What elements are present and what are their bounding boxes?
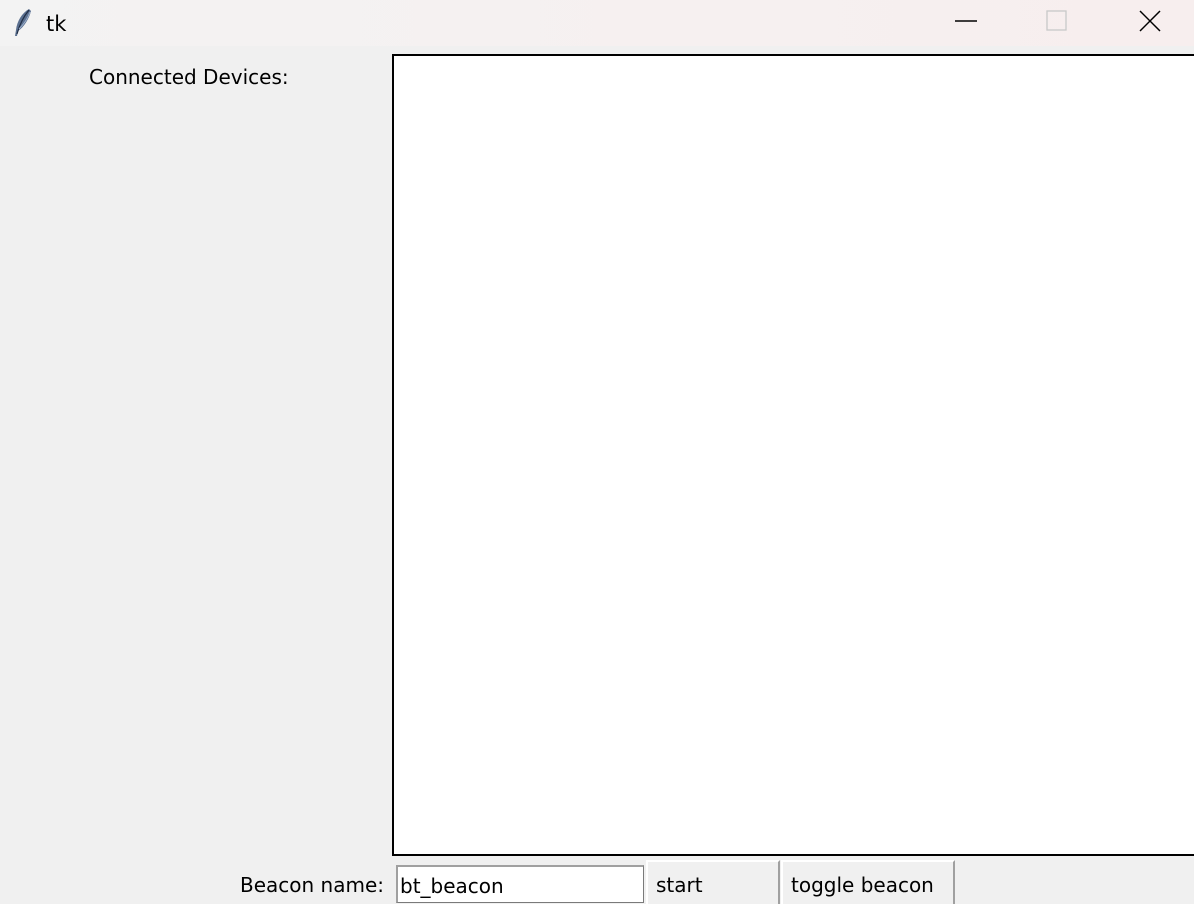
connected-devices-list[interactable]: [392, 54, 1194, 856]
window-title: tk: [46, 12, 67, 36]
close-icon: [1138, 9, 1162, 37]
minimize-button[interactable]: [922, 0, 1010, 46]
maximize-button[interactable]: [1013, 0, 1101, 46]
tk-window: tk Connected Devices: Beacon name: start…: [0, 0, 1194, 904]
beacon-name-input[interactable]: [396, 865, 644, 903]
minimize-icon: [954, 9, 978, 37]
title-bar[interactable]: tk: [0, 0, 1194, 46]
maximize-icon: [1045, 9, 1069, 37]
connected-devices-label: Connected Devices:: [89, 65, 289, 89]
feather-icon: [12, 8, 34, 38]
close-button[interactable]: [1106, 0, 1194, 46]
toggle-beacon-button[interactable]: toggle beacon: [781, 860, 955, 904]
start-server-button[interactable]: start server: [646, 860, 780, 904]
beacon-name-label: Beacon name:: [240, 873, 385, 897]
